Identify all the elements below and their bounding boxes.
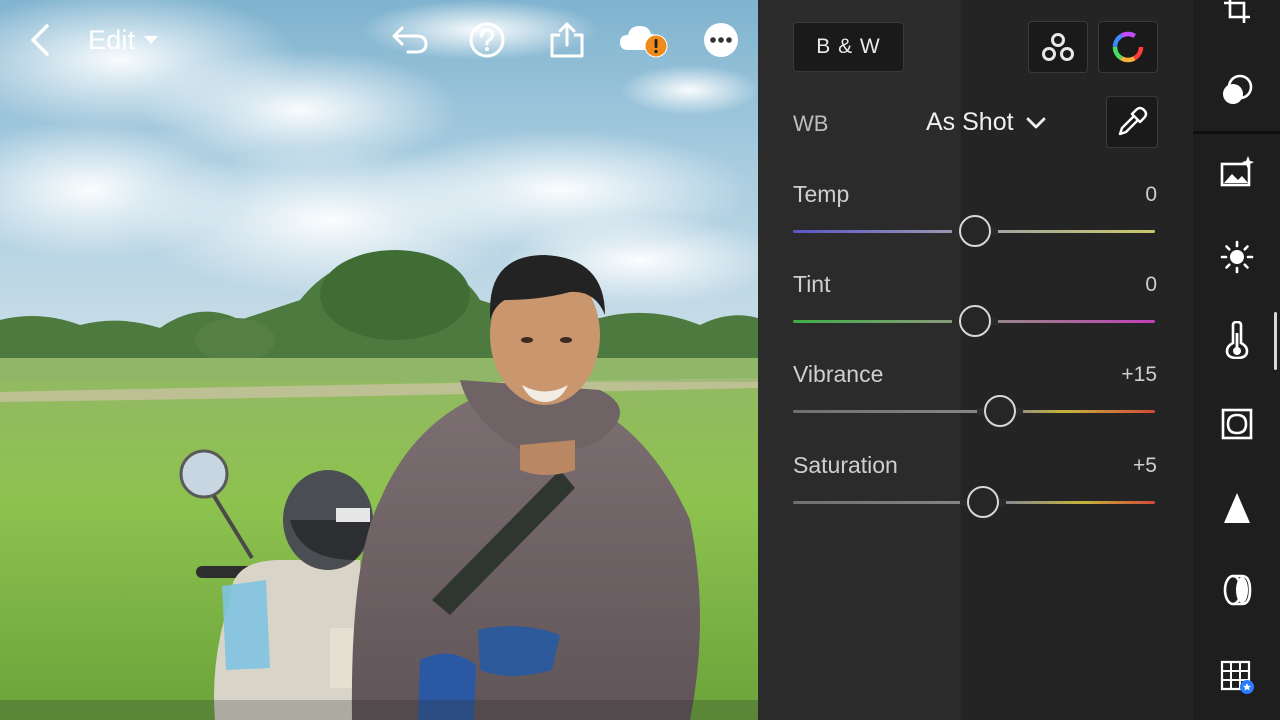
cloud-sync-button[interactable] bbox=[618, 20, 670, 60]
color-edit-panel: B & W WB As Shot Temp 0 Tint 0 Vibrance … bbox=[758, 0, 1193, 720]
chevron-down-icon bbox=[1026, 117, 1045, 128]
auto-presets-tool-button[interactable] bbox=[1215, 150, 1259, 194]
crop-tool-button[interactable] bbox=[1215, 0, 1259, 32]
share-button[interactable] bbox=[546, 20, 588, 60]
saturation-label: Saturation bbox=[793, 452, 898, 478]
color-tool-button[interactable] bbox=[1215, 318, 1259, 362]
white-balance-value: As Shot bbox=[926, 108, 1014, 136]
undo-icon bbox=[392, 26, 428, 54]
color-mix-button[interactable] bbox=[1028, 21, 1088, 73]
temp-slider-thumb[interactable] bbox=[959, 215, 991, 247]
tool-rail bbox=[1193, 0, 1280, 720]
more-options-button[interactable] bbox=[700, 20, 742, 60]
effects-icon bbox=[1221, 408, 1253, 440]
share-icon bbox=[550, 22, 584, 58]
detail-tool-button[interactable] bbox=[1215, 486, 1259, 530]
masking-icon bbox=[1223, 74, 1253, 104]
vibrance-slider-track[interactable] bbox=[793, 410, 1155, 413]
top-toolbar: Edit bbox=[0, 0, 758, 80]
crop-icon bbox=[1224, 0, 1250, 23]
edit-mode-label: Edit bbox=[88, 24, 136, 55]
help-icon bbox=[469, 22, 505, 58]
color-mix-icon bbox=[1042, 33, 1074, 61]
more-icon bbox=[704, 23, 738, 57]
back-button[interactable] bbox=[22, 20, 58, 60]
vibrance-label: Vibrance bbox=[793, 361, 884, 387]
detail-icon bbox=[1224, 493, 1250, 523]
tint-value: 0 bbox=[1145, 273, 1157, 296]
presets-icon bbox=[1220, 156, 1254, 187]
caret-down-icon bbox=[144, 36, 159, 44]
chevron-left-icon bbox=[31, 24, 49, 56]
temp-label: Temp bbox=[793, 181, 850, 207]
cloud-warning-icon bbox=[620, 26, 668, 58]
edit-mode-dropdown[interactable]: Edit bbox=[88, 20, 172, 60]
geometry-icon bbox=[1220, 660, 1254, 694]
tint-label: Tint bbox=[793, 271, 831, 297]
tint-slider-thumb[interactable] bbox=[959, 305, 991, 337]
saturation-value: +5 bbox=[1133, 454, 1157, 477]
optics-icon bbox=[1223, 574, 1252, 606]
saturation-slider-thumb[interactable] bbox=[967, 486, 999, 518]
light-icon bbox=[1220, 240, 1254, 274]
color-temperature-icon bbox=[1225, 321, 1249, 359]
effects-tool-button[interactable] bbox=[1215, 402, 1259, 446]
rail-divider bbox=[1193, 131, 1280, 134]
photo-canvas[interactable]: Edit bbox=[0, 0, 758, 720]
white-balance-label: WB bbox=[793, 111, 829, 136]
vibrance-value: +15 bbox=[1121, 363, 1157, 386]
optics-tool-button[interactable] bbox=[1215, 568, 1259, 612]
help-button[interactable] bbox=[466, 20, 508, 60]
temp-value: 0 bbox=[1145, 183, 1157, 206]
white-balance-dropdown[interactable]: As Shot bbox=[926, 108, 1046, 137]
white-balance-picker-button[interactable] bbox=[1106, 96, 1158, 148]
color-grading-button[interactable] bbox=[1098, 21, 1158, 73]
undo-button[interactable] bbox=[388, 20, 432, 60]
masking-tool-button[interactable] bbox=[1215, 68, 1259, 112]
eyedropper-icon bbox=[1118, 106, 1148, 136]
color-wheel-icon bbox=[1112, 31, 1144, 63]
rail-scroll-indicator bbox=[1274, 312, 1277, 370]
vibrance-slider-thumb[interactable] bbox=[984, 395, 1016, 427]
light-tool-button[interactable] bbox=[1215, 235, 1259, 279]
photo-image bbox=[0, 0, 758, 720]
geometry-tool-button[interactable] bbox=[1215, 654, 1259, 698]
black-and-white-button[interactable]: B & W bbox=[793, 22, 904, 72]
